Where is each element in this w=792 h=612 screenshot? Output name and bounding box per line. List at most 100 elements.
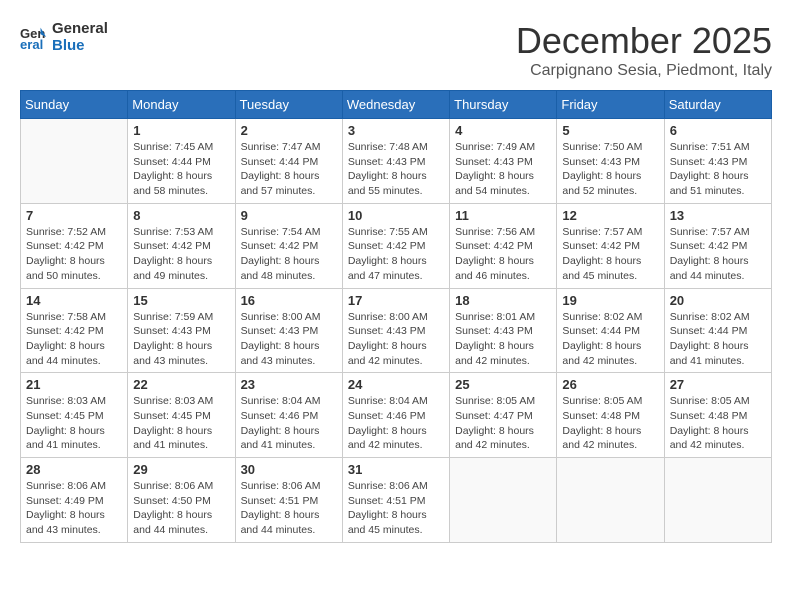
calendar-cell: 1Sunrise: 7:45 AM Sunset: 4:44 PM Daylig… bbox=[128, 119, 235, 204]
calendar-cell: 5 Sunrise: 7:50 AM Sunset: 4:43 PM Daylig… bbox=[557, 119, 664, 204]
weekday-header-tuesday: Tuesday bbox=[235, 91, 342, 119]
calendar: SundayMondayTuesdayWednesdayThursdayFrid… bbox=[20, 90, 772, 543]
day-number: 28 bbox=[26, 462, 122, 477]
day-info: Sunrise: 8:02 AM Sunset: 4:44 PM Dayligh… bbox=[562, 310, 658, 369]
day-info: Sunrise: 8:03 AM Sunset: 4:45 PM Dayligh… bbox=[26, 394, 122, 453]
day-number: 9 bbox=[241, 208, 337, 223]
calendar-cell: 21 Sunrise: 8:03 AM Sunset: 4:45 PM Dayli… bbox=[21, 373, 128, 458]
day-number: 21 bbox=[26, 377, 122, 392]
weekday-header-friday: Friday bbox=[557, 91, 664, 119]
day-info: Sunrise: 7:53 AM Sunset: 4:42 PM Dayligh… bbox=[133, 225, 229, 284]
day-info: Sunrise: 7:49 AM Sunset: 4:43 PM Dayligh… bbox=[455, 140, 551, 199]
day-number: 24 bbox=[348, 377, 444, 392]
logo-icon: Gen eral bbox=[20, 23, 48, 51]
day-info: Sunrise: 7:56 AM Sunset: 4:42 PM Dayligh… bbox=[455, 225, 551, 284]
week-row-3: 21 Sunrise: 8:03 AM Sunset: 4:45 PM Dayli… bbox=[21, 373, 772, 458]
calendar-cell: 10Sunrise: 7:55 AM Sunset: 4:42 PM Dayli… bbox=[342, 203, 449, 288]
weekday-header-wednesday: Wednesday bbox=[342, 91, 449, 119]
calendar-cell: 18 Sunrise: 8:01 AM Sunset: 4:43 PM Dayli… bbox=[450, 288, 557, 373]
day-number: 7 bbox=[26, 208, 122, 223]
calendar-cell: 24 Sunrise: 8:04 AM Sunset: 4:46 PM Dayli… bbox=[342, 373, 449, 458]
day-number: 22 bbox=[133, 377, 229, 392]
day-number: 3 bbox=[348, 123, 444, 138]
day-number: 1 bbox=[133, 123, 229, 138]
calendar-cell: 15 Sunrise: 7:59 AM Sunset: 4:43 PM Dayli… bbox=[128, 288, 235, 373]
logo-text-line2: Blue bbox=[52, 37, 108, 54]
calendar-cell: 16Sunrise: 8:00 AM Sunset: 4:43 PM Dayli… bbox=[235, 288, 342, 373]
day-number: 14 bbox=[26, 293, 122, 308]
day-number: 27 bbox=[670, 377, 766, 392]
day-info: Sunrise: 8:03 AM Sunset: 4:45 PM Dayligh… bbox=[133, 394, 229, 453]
day-number: 11 bbox=[455, 208, 551, 223]
day-info: Sunrise: 8:01 AM Sunset: 4:43 PM Dayligh… bbox=[455, 310, 551, 369]
day-info: Sunrise: 7:54 AM Sunset: 4:42 PM Dayligh… bbox=[241, 225, 337, 284]
day-info: Sunrise: 8:00 AM Sunset: 4:43 PM Dayligh… bbox=[241, 310, 337, 369]
day-info: Sunrise: 8:05 AM Sunset: 4:48 PM Dayligh… bbox=[670, 394, 766, 453]
day-number: 19 bbox=[562, 293, 658, 308]
calendar-cell: 28 Sunrise: 8:06 AM Sunset: 4:49 PM Dayli… bbox=[21, 458, 128, 543]
calendar-cell: 2 Sunrise: 7:47 AM Sunset: 4:44 PM Daylig… bbox=[235, 119, 342, 204]
weekday-header-thursday: Thursday bbox=[450, 91, 557, 119]
day-number: 18 bbox=[455, 293, 551, 308]
weekday-header-row: SundayMondayTuesdayWednesdayThursdayFrid… bbox=[21, 91, 772, 119]
calendar-cell: 31Sunrise: 8:06 AM Sunset: 4:51 PM Dayli… bbox=[342, 458, 449, 543]
day-info: Sunrise: 7:57 AM Sunset: 4:42 PM Dayligh… bbox=[562, 225, 658, 284]
calendar-cell: 19 Sunrise: 8:02 AM Sunset: 4:44 PM Dayli… bbox=[557, 288, 664, 373]
day-number: 30 bbox=[241, 462, 337, 477]
day-info: Sunrise: 7:48 AM Sunset: 4:43 PM Dayligh… bbox=[348, 140, 444, 199]
week-row-1: 7Sunrise: 7:52 AM Sunset: 4:42 PM Daylig… bbox=[21, 203, 772, 288]
calendar-cell: 12 Sunrise: 7:57 AM Sunset: 4:42 PM Dayli… bbox=[557, 203, 664, 288]
day-number: 17 bbox=[348, 293, 444, 308]
calendar-cell bbox=[664, 458, 771, 543]
week-row-4: 28 Sunrise: 8:06 AM Sunset: 4:49 PM Dayli… bbox=[21, 458, 772, 543]
calendar-cell bbox=[21, 119, 128, 204]
calendar-cell: 25Sunrise: 8:05 AM Sunset: 4:47 PM Dayli… bbox=[450, 373, 557, 458]
calendar-cell: 26 Sunrise: 8:05 AM Sunset: 4:48 PM Dayli… bbox=[557, 373, 664, 458]
day-info: Sunrise: 8:06 AM Sunset: 4:49 PM Dayligh… bbox=[26, 479, 122, 538]
calendar-cell: 22 Sunrise: 8:03 AM Sunset: 4:45 PM Dayli… bbox=[128, 373, 235, 458]
day-info: Sunrise: 8:06 AM Sunset: 4:50 PM Dayligh… bbox=[133, 479, 229, 538]
day-number: 25 bbox=[455, 377, 551, 392]
day-number: 5 bbox=[562, 123, 658, 138]
day-number: 29 bbox=[133, 462, 229, 477]
day-number: 4 bbox=[455, 123, 551, 138]
calendar-cell: 17 Sunrise: 8:00 AM Sunset: 4:43 PM Dayli… bbox=[342, 288, 449, 373]
day-info: Sunrise: 7:57 AM Sunset: 4:42 PM Dayligh… bbox=[670, 225, 766, 284]
calendar-cell: 30 Sunrise: 8:06 AM Sunset: 4:51 PM Dayli… bbox=[235, 458, 342, 543]
weekday-header-saturday: Saturday bbox=[664, 91, 771, 119]
day-info: Sunrise: 8:05 AM Sunset: 4:48 PM Dayligh… bbox=[562, 394, 658, 453]
day-info: Sunrise: 7:50 AM Sunset: 4:43 PM Dayligh… bbox=[562, 140, 658, 199]
day-number: 6 bbox=[670, 123, 766, 138]
logo: Gen eral General Blue bbox=[20, 20, 108, 54]
calendar-cell: 29 Sunrise: 8:06 AM Sunset: 4:50 PM Dayli… bbox=[128, 458, 235, 543]
calendar-cell: 9 Sunrise: 7:54 AM Sunset: 4:42 PM Daylig… bbox=[235, 203, 342, 288]
day-info: Sunrise: 8:06 AM Sunset: 4:51 PM Dayligh… bbox=[241, 479, 337, 538]
calendar-cell: 14Sunrise: 7:58 AM Sunset: 4:42 PM Dayli… bbox=[21, 288, 128, 373]
day-info: Sunrise: 8:04 AM Sunset: 4:46 PM Dayligh… bbox=[348, 394, 444, 453]
day-number: 31 bbox=[348, 462, 444, 477]
calendar-cell: 20Sunrise: 8:02 AM Sunset: 4:44 PM Dayli… bbox=[664, 288, 771, 373]
calendar-cell: 27 Sunrise: 8:05 AM Sunset: 4:48 PM Dayli… bbox=[664, 373, 771, 458]
day-info: Sunrise: 7:51 AM Sunset: 4:43 PM Dayligh… bbox=[670, 140, 766, 199]
day-info: Sunrise: 7:55 AM Sunset: 4:42 PM Dayligh… bbox=[348, 225, 444, 284]
calendar-cell bbox=[450, 458, 557, 543]
day-number: 2 bbox=[241, 123, 337, 138]
day-number: 26 bbox=[562, 377, 658, 392]
day-info: Sunrise: 8:02 AM Sunset: 4:44 PM Dayligh… bbox=[670, 310, 766, 369]
day-number: 8 bbox=[133, 208, 229, 223]
svg-text:eral: eral bbox=[20, 37, 43, 51]
calendar-cell: 7Sunrise: 7:52 AM Sunset: 4:42 PM Daylig… bbox=[21, 203, 128, 288]
day-info: Sunrise: 7:59 AM Sunset: 4:43 PM Dayligh… bbox=[133, 310, 229, 369]
day-number: 12 bbox=[562, 208, 658, 223]
location-title: Carpignano Sesia, Piedmont, Italy bbox=[516, 62, 772, 80]
weekday-header-monday: Monday bbox=[128, 91, 235, 119]
day-number: 13 bbox=[670, 208, 766, 223]
logo-text-line1: General bbox=[52, 20, 108, 37]
day-number: 15 bbox=[133, 293, 229, 308]
calendar-cell: 23Sunrise: 8:04 AM Sunset: 4:46 PM Dayli… bbox=[235, 373, 342, 458]
weekday-header-sunday: Sunday bbox=[21, 91, 128, 119]
month-title: December 2025 bbox=[516, 20, 772, 62]
day-info: Sunrise: 8:00 AM Sunset: 4:43 PM Dayligh… bbox=[348, 310, 444, 369]
day-info: Sunrise: 7:47 AM Sunset: 4:44 PM Dayligh… bbox=[241, 140, 337, 199]
calendar-cell: 13 Sunrise: 7:57 AM Sunset: 4:42 PM Dayli… bbox=[664, 203, 771, 288]
